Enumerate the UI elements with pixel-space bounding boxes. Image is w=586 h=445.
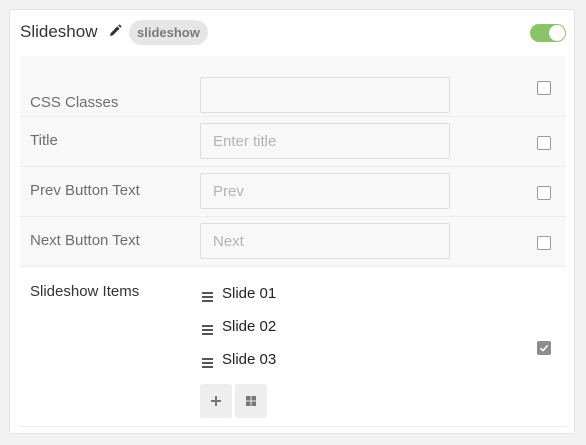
type-badge: slideshow: [129, 20, 208, 45]
slideshow-items-row: Slideshow Items Slide 01 Slide 02 Slide …: [20, 267, 566, 427]
slideshow-items-label: Slideshow Items: [30, 283, 140, 300]
title-checkbox[interactable]: [537, 136, 551, 150]
toggle-knob: [549, 25, 565, 41]
next-button-text-checkbox[interactable]: [537, 236, 551, 250]
panel-title: Slideshow: [20, 22, 98, 41]
field-label: Prev Button Text: [30, 182, 140, 199]
field-label: CSS Classes: [30, 94, 119, 111]
css-classes-checkbox[interactable]: [537, 81, 551, 95]
field-row-title: Title: [20, 117, 566, 167]
pencil-icon[interactable]: [108, 24, 122, 38]
field-row-prev-button-text: Prev Button Text: [20, 167, 566, 217]
next-button-text-input[interactable]: [200, 223, 450, 259]
slide-item-label: Slide 02: [222, 318, 277, 335]
slideshow-items-checkbox[interactable]: [537, 341, 551, 355]
field-label: Title: [30, 132, 58, 149]
css-classes-input[interactable]: [200, 77, 450, 113]
slide-item-label: Slide 01: [222, 285, 277, 302]
prev-button-text-input[interactable]: [200, 173, 450, 209]
title-input[interactable]: [200, 123, 450, 159]
add-slide-button[interactable]: [200, 384, 232, 418]
grid-view-button[interactable]: [235, 384, 267, 418]
drag-handle-icon[interactable]: [202, 289, 214, 302]
slide-item-label: Slide 03: [222, 351, 277, 368]
field-row-css-classes: CSS Classes: [20, 56, 566, 117]
field-row-next-button-text: Next Button Text: [20, 217, 566, 267]
drag-handle-icon[interactable]: [202, 355, 214, 368]
slideshow-panel: Slideshow slideshow CSS Classes Title Pr…: [9, 9, 575, 434]
panel-header: Slideshow slideshow: [10, 10, 574, 56]
enable-toggle[interactable]: [530, 24, 566, 42]
prev-button-text-checkbox[interactable]: [537, 186, 551, 200]
drag-handle-icon[interactable]: [202, 322, 214, 335]
field-label: Next Button Text: [30, 232, 140, 249]
